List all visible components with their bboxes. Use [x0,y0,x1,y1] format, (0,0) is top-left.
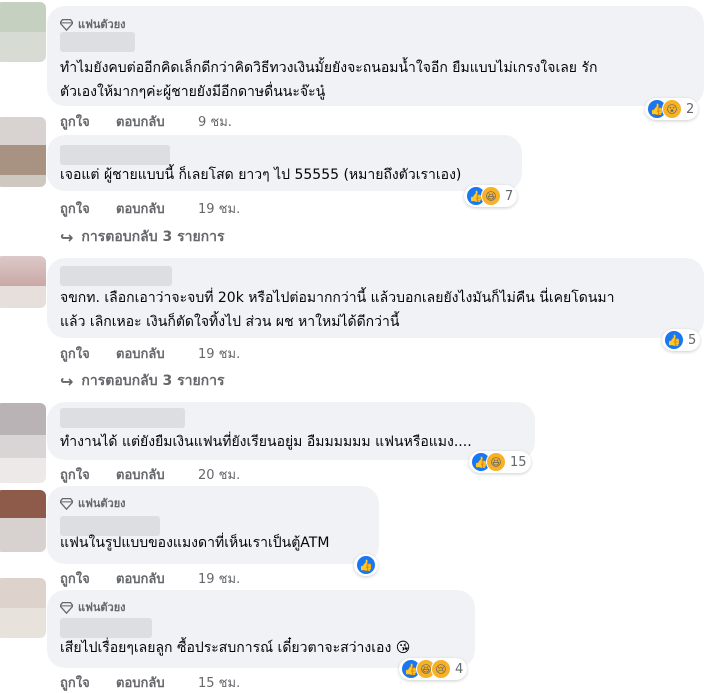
reply-button[interactable]: ตอบกลับ [116,464,198,485]
reaction-count: 2 [686,101,695,117]
badge-label: แฟนตัวยง [78,497,126,510]
like-button[interactable]: ถูกใจ [60,111,116,132]
comment-actions: ถูกใจ ตอบกลับ 19 ชม. [60,568,240,589]
comment-text: แล้ว เลิกเหอะ เงินก็ตัดใจทิ้งไป ส่วน ผช … [60,314,400,330]
reply-arrow-icon: ↪ [60,227,74,247]
comment-text: ทำงานได้ แต่ยังยืมเงินแฟนที่ยังเรียนอยู่… [60,434,472,450]
badge-label: แฟนตัวยง [78,601,126,614]
avatar[interactable] [0,490,46,552]
view-replies-link[interactable]: ↪ การตอบกลับ 3 รายการ [60,226,225,248]
comment-actions: ถูกใจ ตอบกลับ 9 ชม. [60,111,232,132]
view-replies-label: การตอบกลับ 3 รายการ [81,373,225,389]
reply-button[interactable]: ตอบกลับ [116,343,198,364]
diamond-icon [60,601,73,614]
avatar[interactable] [0,403,46,483]
like-reaction-icon: 👍 [664,330,684,350]
comment-actions: ถูกใจ ตอบกลับ 15 ชม. [60,672,240,693]
like-button[interactable]: ถูกใจ [60,198,116,219]
like-button[interactable]: ถูกใจ [60,672,116,693]
like-button[interactable]: ถูกใจ [60,343,116,364]
commenter-name[interactable] [60,618,152,638]
top-fan-badge: แฟนตัวยง [60,494,126,512]
timestamp[interactable]: 19 ชม. [198,343,240,364]
avatar[interactable] [0,117,46,187]
diamond-icon [60,497,73,510]
avatar[interactable] [0,578,46,638]
reply-button[interactable]: ตอบกลับ [116,672,198,693]
reply-button[interactable]: ตอบกลับ [116,198,198,219]
view-replies-link[interactable]: ↪ การตอบกลับ 3 รายการ [60,370,225,392]
reaction-count: 5 [688,332,697,348]
view-replies-label: การตอบกลับ 3 รายการ [81,229,225,245]
wow-reaction-icon: 😮 [662,99,682,119]
comment-text: เสียไปเรื่อยๆเลยลูก ซื้อประสบการณ์ เดี๋ย… [60,640,411,656]
reaction-summary[interactable]: 👍 😮 2 [645,98,699,120]
comment-actions: ถูกใจ ตอบกลับ 19 ชม. [60,198,240,219]
reaction-count: 15 [510,454,527,470]
comment-text: ทำไมยังคบต่ออีกคิดเล็กดีกว่าคิดวิธีทวงเง… [60,60,598,76]
haha-reaction-icon: 😆 [486,452,506,472]
comment-text: ตัวเองให้มากๆค่ะผู้ชายยังมีอีกดาษดื่นนะจ… [60,84,326,100]
timestamp[interactable]: 20 ชม. [198,464,240,485]
like-button[interactable]: ถูกใจ [60,568,116,589]
reply-button[interactable]: ตอบกลับ [116,568,198,589]
comment-text: เจอแต่ ผู้ชายแบบนี้ ก็เลยโสด ยาวๆ ไป 555… [60,167,462,183]
like-button[interactable]: ถูกใจ [60,464,116,485]
diamond-icon [60,18,73,31]
reply-button[interactable]: ตอบกลับ [116,111,198,132]
comment-text: แฟนในรูปแบบของแมงดาที่เห็นเราเป็นตู้ATM [60,535,330,551]
reaction-summary[interactable]: 👍 😆 7 [464,185,518,207]
timestamp[interactable]: 15 ชม. [198,672,240,693]
timestamp[interactable]: 19 ชม. [198,198,240,219]
comment-actions: ถูกใจ ตอบกลับ 20 ชม. [60,464,240,485]
reaction-summary[interactable]: 👍 5 [662,329,701,351]
reaction-count: 7 [505,188,514,204]
comment-actions: ถูกใจ ตอบกลับ 19 ชม. [60,343,240,364]
commenter-name[interactable] [60,32,135,52]
top-fan-badge: แฟนตัวยง [60,598,126,616]
timestamp[interactable]: 19 ชม. [198,568,240,589]
reaction-summary[interactable]: 👍 😆 15 [469,451,531,473]
avatar[interactable] [0,256,46,308]
commenter-name[interactable] [60,408,185,428]
like-reaction-icon: 👍 [356,555,376,575]
comment-text: จขกท. เลือกเอาว่าจะจบที่ 20k หรือไปต่อมา… [60,290,615,306]
timestamp[interactable]: 9 ชม. [198,111,232,132]
sad-reaction-icon: 😢 [431,659,451,679]
top-fan-badge: แฟนตัวยง [60,15,126,33]
commenter-name[interactable] [60,145,170,165]
reply-arrow-icon: ↪ [60,371,74,391]
reaction-summary[interactable]: 👍 [354,554,378,576]
reaction-summary[interactable]: 👍 😆 😢 4 [399,658,468,680]
commenter-name[interactable] [60,266,172,286]
avatar[interactable] [0,2,46,62]
badge-label: แฟนตัวยง [78,18,126,31]
reaction-count: 4 [455,661,464,677]
haha-reaction-icon: 😆 [481,186,501,206]
